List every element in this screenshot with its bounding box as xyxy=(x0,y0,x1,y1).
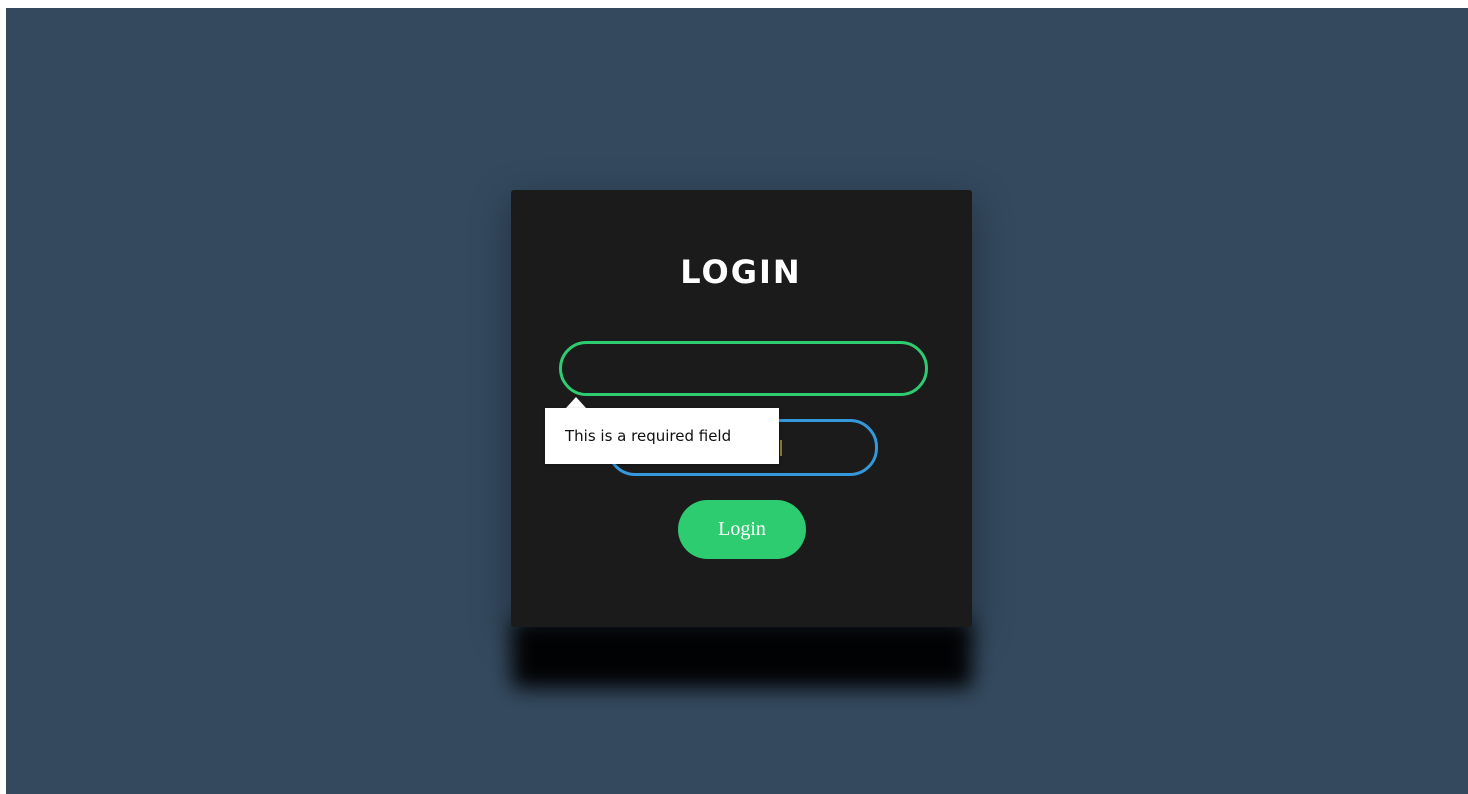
login-title: LOGIN xyxy=(680,253,802,291)
validation-tooltip-message: This is a required field xyxy=(565,427,732,445)
card-shadow xyxy=(512,620,972,688)
username-input[interactable] xyxy=(559,341,928,396)
validation-tooltip: This is a required field xyxy=(545,408,779,464)
login-button[interactable]: Login xyxy=(678,500,806,559)
tooltip-arrow xyxy=(566,397,586,408)
text-caret xyxy=(780,440,782,456)
